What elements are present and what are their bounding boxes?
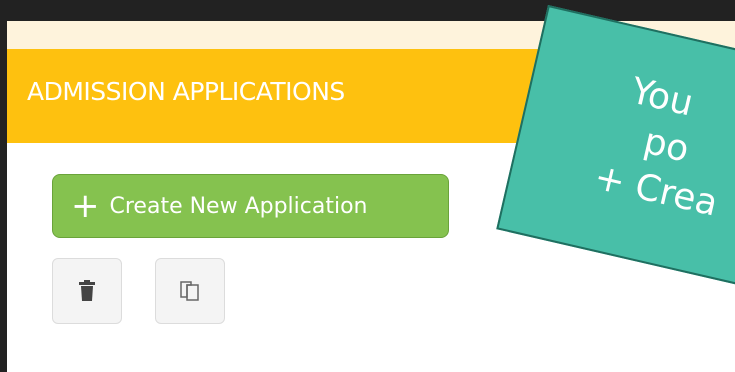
copy-button[interactable] — [155, 258, 225, 324]
trash-icon — [79, 280, 95, 301]
plus-icon: + — [71, 186, 100, 226]
create-new-application-button[interactable]: + Create New Application — [52, 174, 449, 238]
create-button-label: Create New Application — [109, 193, 368, 219]
copy-icon — [180, 281, 199, 301]
screenshot-frame: ADMISSION APPLICATIONS + Create New Appl… — [0, 0, 735, 372]
delete-button[interactable] — [52, 258, 122, 324]
page-title: ADMISSION APPLICATIONS — [27, 77, 345, 106]
